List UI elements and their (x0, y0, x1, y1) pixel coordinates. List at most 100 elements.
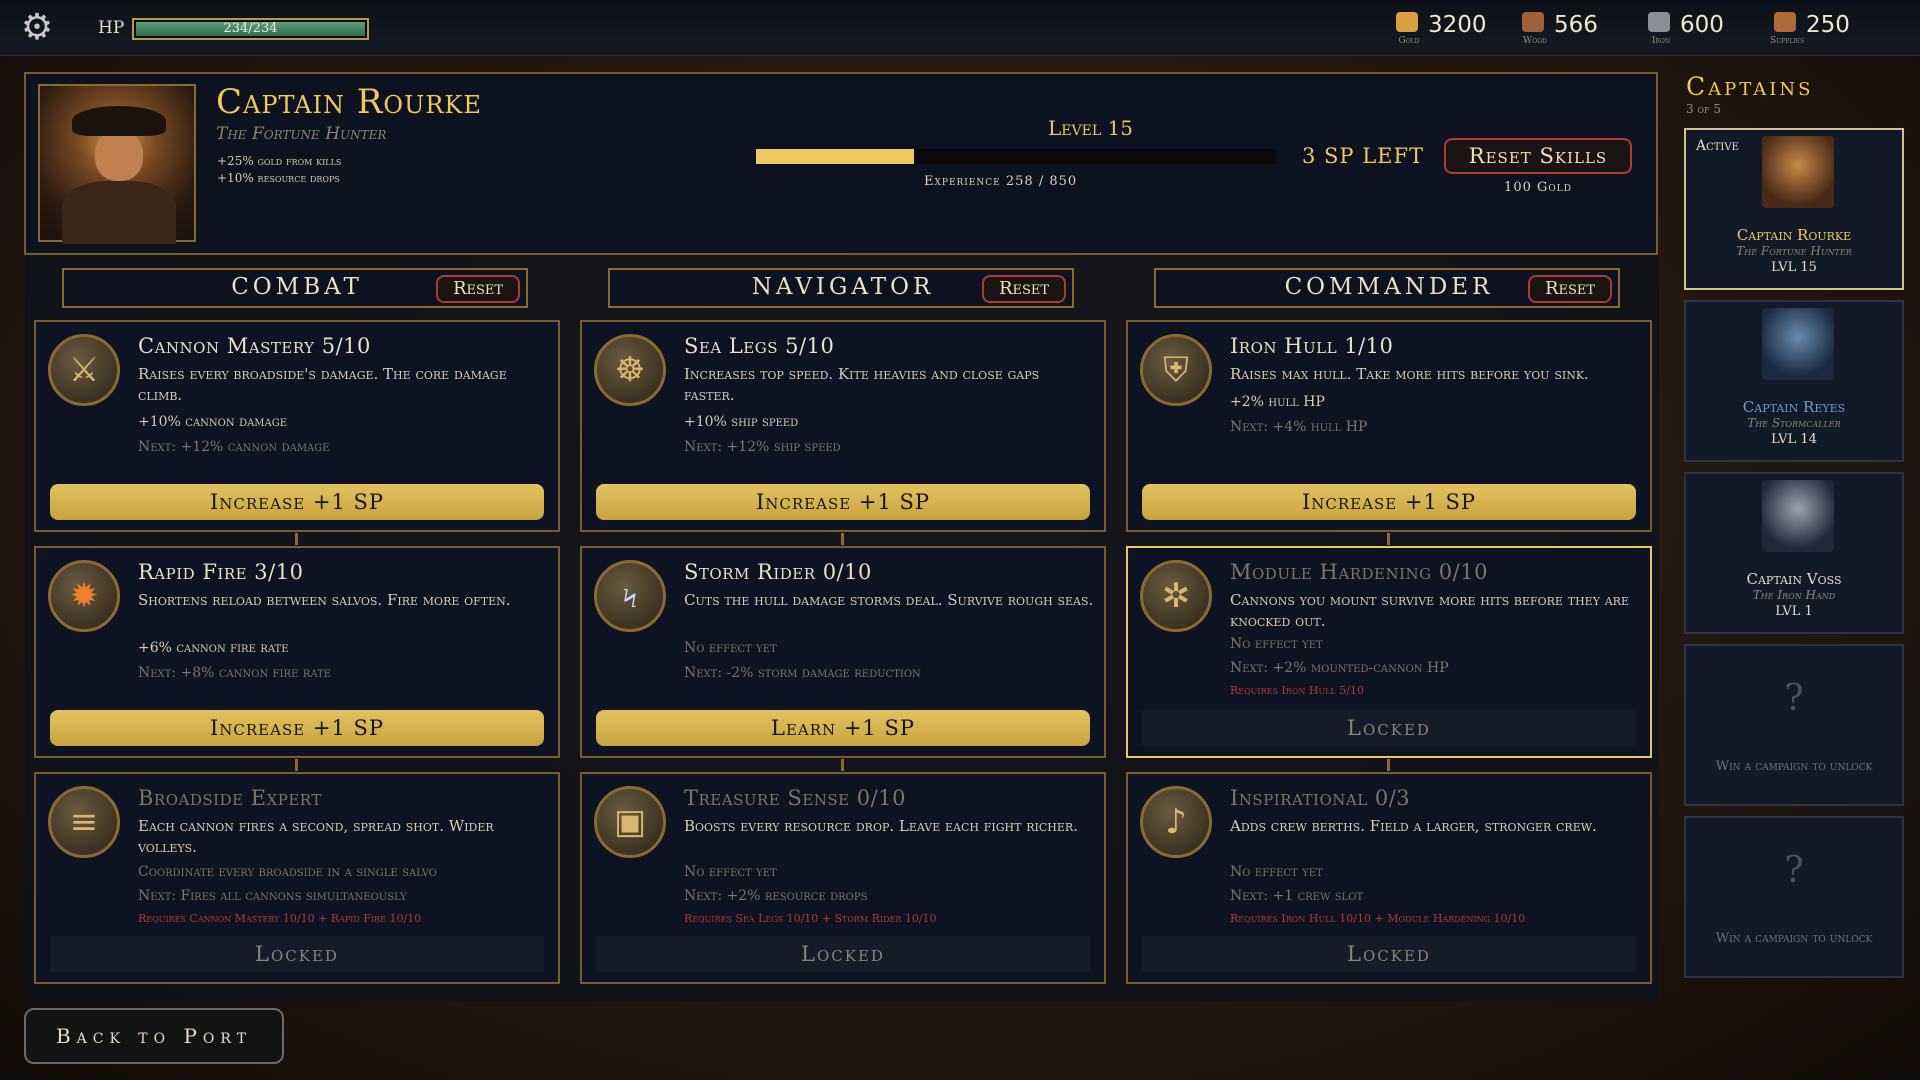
hp-text: 234/234 (223, 21, 278, 36)
captain-card-voss[interactable]: Captain Voss The Iron Hand LVL 1 (1684, 472, 1904, 634)
captain-card-title: The Fortune Hunter (1736, 244, 1852, 258)
tree-header-commander: COMMANDER Reset (1154, 268, 1620, 308)
reset-navigator-button[interactable]: Reset (982, 275, 1066, 303)
skill-title: Treasure Sense 0/10 (684, 786, 906, 810)
settings-gear-icon[interactable]: ⚙ (18, 10, 56, 48)
top-hud: ⚙ HP 234/234 Gold 3200 Wood 566 Iron 600… (0, 0, 1920, 56)
increase-skill-button[interactable]: Increase +1 SP (596, 484, 1090, 520)
skill-next-effect: Next: Fires all cannons simultaneously (138, 888, 407, 904)
captain-avatar (1762, 136, 1834, 208)
captain-card-name: Captain Voss (1746, 570, 1842, 588)
skill-next-effect: Next: +12% ship speed (684, 439, 841, 455)
captains-heading: Captains (1686, 72, 1814, 101)
reset-skills-button[interactable]: Reset Skills (1444, 138, 1632, 174)
captain-card-level: LVL 1 (1775, 604, 1813, 619)
skill-title: Storm Rider 0/10 (684, 560, 872, 584)
captain-header: Captain Rourke The Fortune Hunter +25% g… (24, 72, 1658, 255)
question-mark-icon: ? (1784, 678, 1804, 719)
level-label: Level 15 (1048, 116, 1133, 140)
captain-avatar (1762, 480, 1834, 552)
resource-value: 3200 (1428, 12, 1487, 38)
captain-card-rourke[interactable]: Active Captain Rourke The Fortune Hunter… (1684, 128, 1904, 290)
back-to-port-button[interactable]: Back to Port (24, 1008, 284, 1064)
skill-title: Rapid Fire 3/10 (138, 560, 304, 584)
skill-title: Cannon Mastery 5/10 (138, 334, 371, 358)
hp-label: HP (98, 18, 125, 38)
iron-ingot-icon (1648, 12, 1670, 32)
skill-title: Sea Legs 5/10 (684, 334, 835, 358)
captain-slot-locked: ? Win a campaign to unlock (1684, 816, 1904, 978)
increase-skill-button[interactable]: Increase +1 SP (1142, 484, 1636, 520)
resource-label: Supplies (1770, 36, 1805, 46)
skill-card-inspirational: ♪ Inspirational 0/3 Adds crew berths. Fi… (1126, 772, 1652, 984)
question-mark-icon: ? (1784, 850, 1804, 891)
shield-icon: ⛨ (1140, 334, 1212, 406)
learn-skill-button[interactable]: Learn +1 SP (596, 710, 1090, 746)
skill-next-effect: Next: +8% cannon fire rate (138, 665, 332, 681)
skill-next-effect: Next: +2% mounted-cannon HP (1230, 660, 1449, 676)
skill-current-effect: No effect yet (684, 864, 777, 880)
captain-title: The Fortune Hunter (216, 124, 387, 144)
skill-next-effect: Next: +2% resource drops (684, 888, 868, 904)
skill-requirement: Requires Sea Legs 10/10 + Storm Rider 10… (684, 912, 937, 925)
skill-current-effect: No effect yet (1230, 636, 1323, 652)
skill-card-storm-rider: ϟ Storm Rider 0/10 Cuts the hull damage … (580, 546, 1106, 758)
active-badge: Active (1696, 138, 1739, 154)
supplies-crate-icon (1774, 12, 1796, 32)
reset-commander-button[interactable]: Reset (1528, 275, 1612, 303)
captain-portrait (38, 84, 196, 244)
skill-next-effect: Next: +4% hull HP (1230, 419, 1368, 435)
locked-label: Locked (50, 936, 544, 972)
triple-cannon-icon: ≡ (48, 786, 120, 858)
skill-description: Increases top speed. Kite heavies and cl… (684, 365, 1040, 404)
locked-label: Locked (596, 936, 1090, 972)
locked-label: Locked (1142, 710, 1636, 746)
increase-skill-button[interactable]: Increase +1 SP (50, 710, 544, 746)
skill-card-sea-legs: ☸ Sea Legs 5/10 Increases top speed. Kit… (580, 320, 1106, 532)
skill-description: Boosts every resource drop. Leave each f… (684, 817, 1078, 835)
crossed-cannons-icon: ⚔ (48, 334, 120, 406)
skill-title: Inspirational 0/3 (1230, 786, 1411, 810)
resource-label: Wood (1523, 36, 1547, 46)
captain-card-name: Captain Rourke (1736, 226, 1852, 244)
skill-card-iron-hull: ⛨ Iron Hull 1/10 Raises max hull. Take m… (1126, 320, 1652, 532)
skill-description: Raises every broadside's damage. The cor… (138, 365, 507, 404)
ship-wheel-icon: ☸ (594, 334, 666, 406)
skill-title: Iron Hull 1/10 (1230, 334, 1394, 358)
captains-count: 3 of 5 (1686, 102, 1722, 116)
captain-card-title: The Iron Hand (1752, 588, 1836, 602)
xp-bar (756, 149, 1276, 164)
skill-card-broadside-expert: ≡ Broadside Expert Each cannon fires a s… (34, 772, 560, 984)
captain-card-reyes[interactable]: Captain Reyes The Stormcaller LVL 14 (1684, 300, 1904, 462)
skill-current-effect: Coordinate every broadside in a single s… (138, 864, 437, 880)
skill-description: Each cannon fires a second, spread shot.… (138, 817, 494, 856)
captain-avatar (1762, 308, 1834, 380)
hp-bar: 234/234 (132, 18, 369, 40)
wood-log-icon (1522, 12, 1544, 32)
skill-description: Shortens reload between salvos. Fire mor… (138, 591, 511, 609)
sp-left: 3 SP LEFT (1302, 144, 1425, 168)
skill-description: Raises max hull. Take more hits before y… (1230, 365, 1589, 383)
resource-value: 600 (1680, 12, 1724, 38)
fireball-icon: ✹ (48, 560, 120, 632)
skill-description: Cuts the hull damage storms deal. Surviv… (684, 591, 1094, 609)
captain-bonus: +10% resource drops (217, 171, 340, 185)
reset-combat-button[interactable]: Reset (436, 275, 520, 303)
locked-label: Locked (1142, 936, 1636, 972)
skill-description: Cannons you mount survive more hits befo… (1230, 591, 1629, 630)
resource-label: Gold (1398, 36, 1420, 46)
skill-next-effect: Next: -2% storm damage reduction (684, 665, 921, 681)
increase-skill-button[interactable]: Increase +1 SP (50, 484, 544, 520)
skill-current-effect: +10% ship speed (684, 414, 799, 430)
skill-card-module-hardening[interactable]: ✲ Module Hardening 0/10 Cannons you moun… (1126, 546, 1652, 758)
captain-card-level: LVL 15 (1771, 260, 1817, 275)
gear-module-icon: ✲ (1140, 560, 1212, 632)
horn-icon: ♪ (1140, 786, 1212, 858)
skill-current-effect: No effect yet (684, 640, 777, 656)
captain-card-level: LVL 14 (1771, 432, 1817, 447)
skill-current-effect: +10% cannon damage (138, 414, 288, 430)
skill-card-treasure-sense: ▣ Treasure Sense 0/10 Boosts every resou… (580, 772, 1106, 984)
resource-value: 566 (1554, 12, 1598, 38)
skill-description: Adds crew berths. Field a larger, strong… (1230, 817, 1597, 835)
skill-next-effect: Next: +1 crew slot (1230, 888, 1364, 904)
